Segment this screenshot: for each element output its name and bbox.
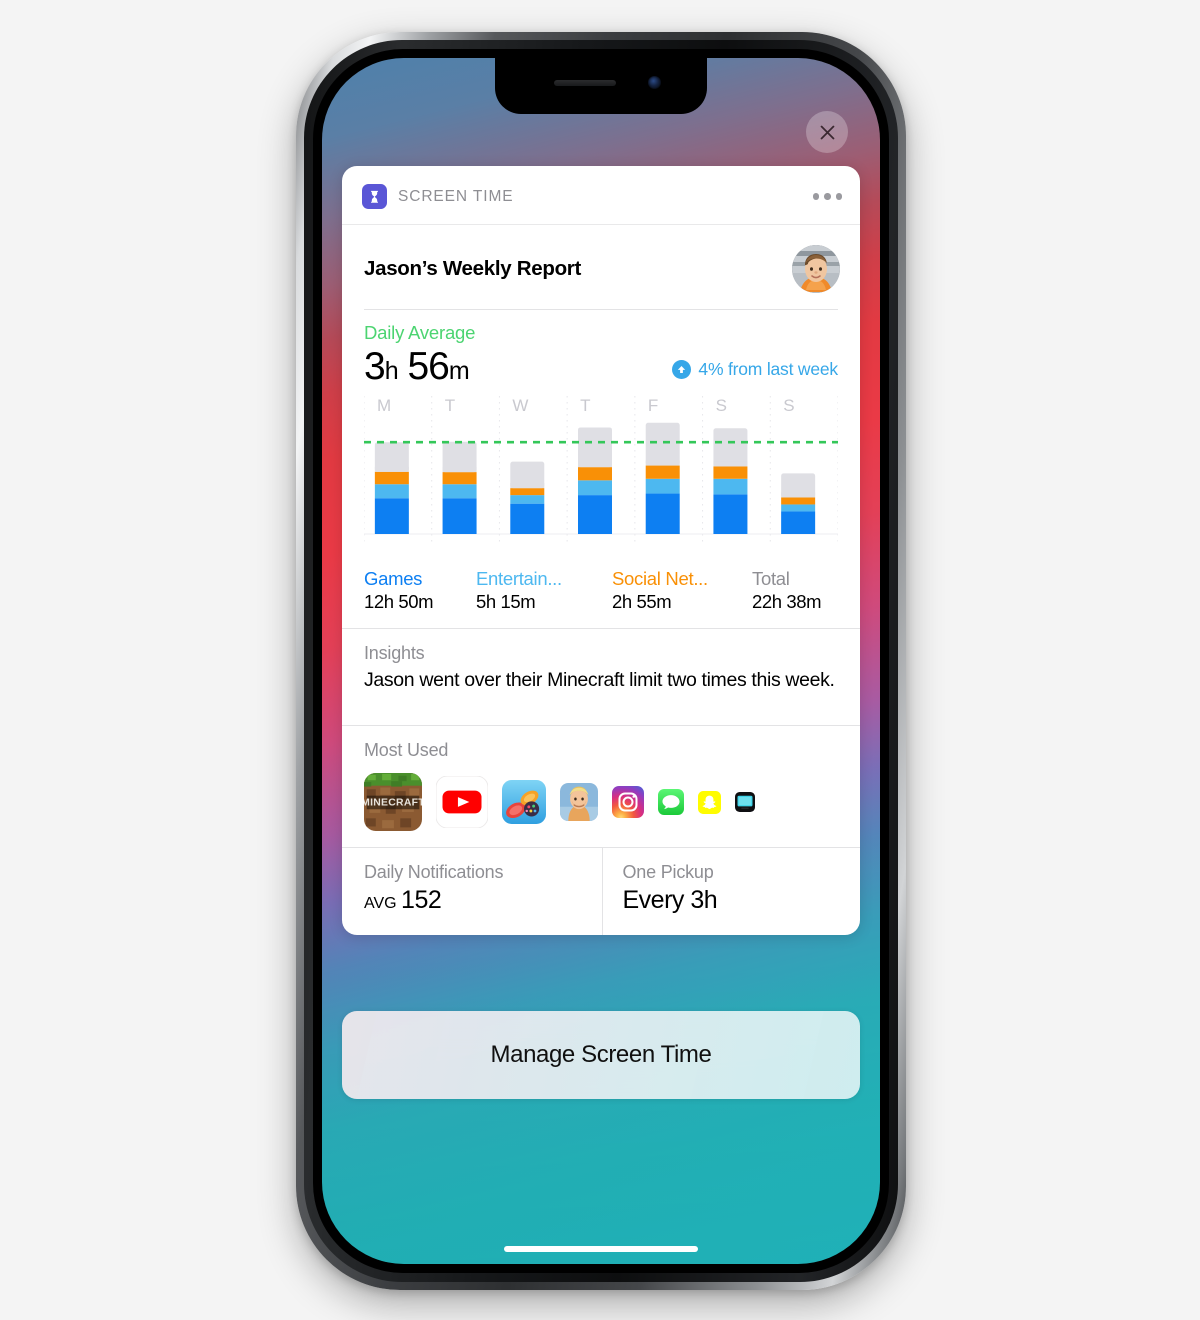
phone-notch [495,58,707,114]
legend-value: 2h 55m [612,591,672,613]
screenshot-stage: SCREEN TIME Jason’s Weekly Report Daily … [0,0,1200,1320]
report-title-row: Jason’s Weekly Report [342,225,860,293]
hourglass-icon [362,184,387,209]
chart-bar-segment [442,484,477,499]
more-options-icon[interactable] [812,193,842,200]
arrow-up-icon [672,360,692,380]
weekly-usage-chart[interactable]: MTWTFSS [364,394,838,559]
manage-screen-time-button[interactable]: Manage Screen Time [342,1011,860,1099]
legend-value: 5h 15m [476,591,536,613]
avg-hours: 3 [364,345,386,388]
chart-bar-segment [713,466,748,479]
legend-value: 22h 38m [752,591,822,613]
svg-text:MINECRAFT: MINECRAFT [364,798,422,809]
chart-bar-segment [781,497,816,505]
avg-minutes-unit: m [448,357,470,385]
stat-daily-notifications: Daily Notifications AVG 152 [342,848,602,935]
chart-bar-segment [645,478,680,494]
chart-x-label: F [648,396,658,415]
daily-average-value: 3h 56m [364,345,470,388]
chart-x-label: W [512,396,528,415]
legend-item-games: Games 12h 50m [364,567,476,614]
app-icon-snapchat[interactable] [698,790,721,814]
chart-bar-segment [578,480,612,496]
chart-bar-segment [781,511,816,535]
page-title: Jason’s Weekly Report [364,257,582,280]
chart-bar-segment [442,498,477,535]
chart-bar-segment [510,495,545,504]
chart-bar-segment [713,478,748,495]
legend-value: 12h 50m [364,591,434,613]
insights-text: Jason went over their Minecraft limit tw… [364,669,835,692]
chart-bar-segment [645,493,680,535]
close-icon [820,125,834,139]
chart-bar-segment [578,495,612,535]
chart-bar-segment [374,471,409,485]
stat-one-pickup: One Pickup Every 3h [601,848,861,936]
app-icon-tv[interactable] [735,792,755,813]
app-icon-instagram[interactable] [612,786,644,819]
chart-x-label: S [716,396,727,415]
legend-label: Total [752,568,790,590]
app-icon-messages[interactable] [658,789,684,816]
insights-label: Insights [364,643,425,664]
chart-bar-segment [713,428,748,467]
chart-bar-segment [578,467,612,481]
daily-average-block: Daily Average 3h 56m 4% from last week [342,310,860,388]
earpiece-speaker-icon [554,80,616,86]
app-icon-candy-crush[interactable] [502,780,546,825]
chart-bar-segment [645,422,680,466]
app-icon-clash-of-clans[interactable] [560,783,598,822]
legend-item-total: Total 22h 38m [752,567,822,614]
trend-indicator: 4% from last week [672,359,838,388]
chart-legend: Games 12h 50m Entertain... 5h 15m Social Net… [342,559,860,614]
most-used-section: Most Used MINECRAFT [342,726,860,847]
avatar [792,245,840,293]
app-icon-youtube[interactable] [436,776,488,829]
most-used-app-list: MINECRAFT [364,773,838,832]
home-indicator[interactable] [504,1246,698,1252]
stat-label: Daily Notifications [364,862,504,883]
chart-x-label: T [445,396,455,415]
screen-time-notification-card[interactable]: SCREEN TIME Jason’s Weekly Report Daily … [342,166,861,936]
daily-average-label: Daily Average [364,322,476,343]
legend-item-social-networking: Social Net... 2h 55m [612,567,752,614]
chart-bar-segment [578,427,612,468]
legend-label: Games [364,568,423,590]
chart-bar-segment [510,488,545,496]
stat-prefix: AVG [364,895,402,913]
legend-label: Entertain... [476,568,562,590]
stat-value: Every 3h [622,886,718,915]
chart-bar-segment [510,503,545,535]
chart-bar-segment [374,484,409,499]
trend-label: 4% from last week [698,359,838,380]
legend-item-entertainment: Entertain... 5h 15m [476,567,612,614]
bottom-stats-row: Daily Notifications AVG 152 One Pickup Ever… [342,847,861,936]
legend-label: Social Net... [612,568,708,590]
chart-x-label: T [580,396,590,415]
stat-value: AVG 152 [364,886,442,915]
front-camera-icon [648,76,661,89]
close-button[interactable] [806,111,848,153]
phone-screen: SCREEN TIME Jason’s Weekly Report Daily … [322,58,880,1264]
most-used-label: Most Used [364,740,449,761]
card-header: SCREEN TIME [342,166,860,225]
chart-x-label: S [783,396,794,415]
chart-bar-segment [374,498,409,535]
chart-bar-segment [713,494,748,535]
avg-minutes: 56 [407,345,449,388]
chart-bar-segment [645,465,680,479]
chart-x-label: M [377,396,391,415]
stat-label: One Pickup [622,862,714,883]
insights-section: Insights Jason went over their Minecraft… [342,629,860,711]
chart-bar-segment [442,472,477,485]
app-name-label: SCREEN TIME [398,187,514,205]
chart-bar-segment [781,504,816,512]
app-icon-minecraft[interactable]: MINECRAFT [364,773,422,832]
avg-hours-unit: h [384,357,399,385]
